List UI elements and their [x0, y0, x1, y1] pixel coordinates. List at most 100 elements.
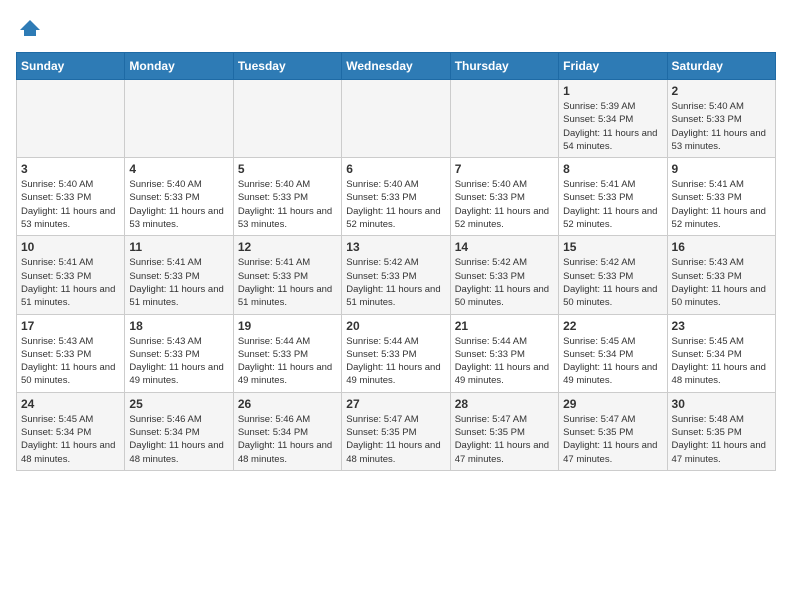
day-info: Sunrise: 5:40 AMSunset: 5:33 PMDaylight:…	[129, 178, 228, 231]
day-info: Sunrise: 5:42 AMSunset: 5:33 PMDaylight:…	[563, 256, 662, 309]
day-info: Sunrise: 5:41 AMSunset: 5:33 PMDaylight:…	[129, 256, 228, 309]
calendar-cell: 12 Sunrise: 5:41 AMSunset: 5:33 PMDaylig…	[233, 236, 341, 314]
calendar-header-tuesday: Tuesday	[233, 53, 341, 80]
calendar-cell: 24 Sunrise: 5:45 AMSunset: 5:34 PMDaylig…	[17, 392, 125, 470]
day-number: 1	[563, 84, 662, 98]
day-info: Sunrise: 5:41 AMSunset: 5:33 PMDaylight:…	[563, 178, 662, 231]
day-info: Sunrise: 5:44 AMSunset: 5:33 PMDaylight:…	[346, 335, 445, 388]
calendar-cell: 5 Sunrise: 5:40 AMSunset: 5:33 PMDayligh…	[233, 158, 341, 236]
calendar-week-row: 24 Sunrise: 5:45 AMSunset: 5:34 PMDaylig…	[17, 392, 776, 470]
calendar-cell: 7 Sunrise: 5:40 AMSunset: 5:33 PMDayligh…	[450, 158, 558, 236]
day-number: 3	[21, 162, 120, 176]
day-number: 14	[455, 240, 554, 254]
calendar-table: SundayMondayTuesdayWednesdayThursdayFrid…	[16, 52, 776, 471]
calendar-cell: 27 Sunrise: 5:47 AMSunset: 5:35 PMDaylig…	[342, 392, 450, 470]
calendar-cell: 8 Sunrise: 5:41 AMSunset: 5:33 PMDayligh…	[559, 158, 667, 236]
day-number: 17	[21, 319, 120, 333]
day-number: 26	[238, 397, 337, 411]
day-info: Sunrise: 5:43 AMSunset: 5:33 PMDaylight:…	[129, 335, 228, 388]
day-number: 28	[455, 397, 554, 411]
calendar-cell: 10 Sunrise: 5:41 AMSunset: 5:33 PMDaylig…	[17, 236, 125, 314]
day-info: Sunrise: 5:45 AMSunset: 5:34 PMDaylight:…	[672, 335, 771, 388]
day-info: Sunrise: 5:47 AMSunset: 5:35 PMDaylight:…	[346, 413, 445, 466]
day-number: 19	[238, 319, 337, 333]
day-info: Sunrise: 5:42 AMSunset: 5:33 PMDaylight:…	[455, 256, 554, 309]
calendar-cell: 22 Sunrise: 5:45 AMSunset: 5:34 PMDaylig…	[559, 314, 667, 392]
day-info: Sunrise: 5:44 AMSunset: 5:33 PMDaylight:…	[455, 335, 554, 388]
day-info: Sunrise: 5:39 AMSunset: 5:34 PMDaylight:…	[563, 100, 662, 153]
calendar-cell	[125, 80, 233, 158]
day-number: 9	[672, 162, 771, 176]
day-info: Sunrise: 5:41 AMSunset: 5:33 PMDaylight:…	[672, 178, 771, 231]
day-number: 11	[129, 240, 228, 254]
day-info: Sunrise: 5:43 AMSunset: 5:33 PMDaylight:…	[672, 256, 771, 309]
day-number: 16	[672, 240, 771, 254]
calendar-cell: 18 Sunrise: 5:43 AMSunset: 5:33 PMDaylig…	[125, 314, 233, 392]
day-info: Sunrise: 5:45 AMSunset: 5:34 PMDaylight:…	[563, 335, 662, 388]
calendar-cell: 28 Sunrise: 5:47 AMSunset: 5:35 PMDaylig…	[450, 392, 558, 470]
day-number: 22	[563, 319, 662, 333]
day-info: Sunrise: 5:40 AMSunset: 5:33 PMDaylight:…	[21, 178, 120, 231]
calendar-cell: 2 Sunrise: 5:40 AMSunset: 5:33 PMDayligh…	[667, 80, 775, 158]
calendar-cell: 30 Sunrise: 5:48 AMSunset: 5:35 PMDaylig…	[667, 392, 775, 470]
calendar-cell: 16 Sunrise: 5:43 AMSunset: 5:33 PMDaylig…	[667, 236, 775, 314]
day-info: Sunrise: 5:46 AMSunset: 5:34 PMDaylight:…	[238, 413, 337, 466]
day-info: Sunrise: 5:40 AMSunset: 5:33 PMDaylight:…	[346, 178, 445, 231]
calendar-cell	[233, 80, 341, 158]
logo	[16, 16, 42, 40]
day-number: 5	[238, 162, 337, 176]
calendar-cell: 26 Sunrise: 5:46 AMSunset: 5:34 PMDaylig…	[233, 392, 341, 470]
day-number: 27	[346, 397, 445, 411]
calendar-cell: 17 Sunrise: 5:43 AMSunset: 5:33 PMDaylig…	[17, 314, 125, 392]
day-number: 21	[455, 319, 554, 333]
logo-icon	[18, 16, 42, 40]
calendar-week-row: 17 Sunrise: 5:43 AMSunset: 5:33 PMDaylig…	[17, 314, 776, 392]
day-number: 18	[129, 319, 228, 333]
calendar-week-row: 1 Sunrise: 5:39 AMSunset: 5:34 PMDayligh…	[17, 80, 776, 158]
day-number: 6	[346, 162, 445, 176]
day-number: 29	[563, 397, 662, 411]
day-number: 24	[21, 397, 120, 411]
day-info: Sunrise: 5:43 AMSunset: 5:33 PMDaylight:…	[21, 335, 120, 388]
calendar-week-row: 10 Sunrise: 5:41 AMSunset: 5:33 PMDaylig…	[17, 236, 776, 314]
calendar-cell: 21 Sunrise: 5:44 AMSunset: 5:33 PMDaylig…	[450, 314, 558, 392]
day-number: 7	[455, 162, 554, 176]
day-info: Sunrise: 5:41 AMSunset: 5:33 PMDaylight:…	[238, 256, 337, 309]
calendar-cell: 14 Sunrise: 5:42 AMSunset: 5:33 PMDaylig…	[450, 236, 558, 314]
day-number: 4	[129, 162, 228, 176]
day-info: Sunrise: 5:47 AMSunset: 5:35 PMDaylight:…	[563, 413, 662, 466]
calendar-header-monday: Monday	[125, 53, 233, 80]
day-info: Sunrise: 5:40 AMSunset: 5:33 PMDaylight:…	[238, 178, 337, 231]
day-info: Sunrise: 5:44 AMSunset: 5:33 PMDaylight:…	[238, 335, 337, 388]
calendar-header-sunday: Sunday	[17, 53, 125, 80]
day-info: Sunrise: 5:42 AMSunset: 5:33 PMDaylight:…	[346, 256, 445, 309]
day-number: 13	[346, 240, 445, 254]
calendar-header-saturday: Saturday	[667, 53, 775, 80]
calendar-cell	[17, 80, 125, 158]
calendar-cell: 9 Sunrise: 5:41 AMSunset: 5:33 PMDayligh…	[667, 158, 775, 236]
calendar-header-friday: Friday	[559, 53, 667, 80]
calendar-header-wednesday: Wednesday	[342, 53, 450, 80]
calendar-cell: 23 Sunrise: 5:45 AMSunset: 5:34 PMDaylig…	[667, 314, 775, 392]
day-number: 8	[563, 162, 662, 176]
page-header	[16, 16, 776, 40]
calendar-cell: 29 Sunrise: 5:47 AMSunset: 5:35 PMDaylig…	[559, 392, 667, 470]
calendar-cell: 6 Sunrise: 5:40 AMSunset: 5:33 PMDayligh…	[342, 158, 450, 236]
day-info: Sunrise: 5:40 AMSunset: 5:33 PMDaylight:…	[455, 178, 554, 231]
calendar-cell: 1 Sunrise: 5:39 AMSunset: 5:34 PMDayligh…	[559, 80, 667, 158]
day-info: Sunrise: 5:41 AMSunset: 5:33 PMDaylight:…	[21, 256, 120, 309]
day-info: Sunrise: 5:40 AMSunset: 5:33 PMDaylight:…	[672, 100, 771, 153]
calendar-cell: 25 Sunrise: 5:46 AMSunset: 5:34 PMDaylig…	[125, 392, 233, 470]
day-number: 30	[672, 397, 771, 411]
calendar-cell: 4 Sunrise: 5:40 AMSunset: 5:33 PMDayligh…	[125, 158, 233, 236]
calendar-cell	[450, 80, 558, 158]
day-number: 12	[238, 240, 337, 254]
calendar-cell: 19 Sunrise: 5:44 AMSunset: 5:33 PMDaylig…	[233, 314, 341, 392]
calendar-cell: 11 Sunrise: 5:41 AMSunset: 5:33 PMDaylig…	[125, 236, 233, 314]
calendar-week-row: 3 Sunrise: 5:40 AMSunset: 5:33 PMDayligh…	[17, 158, 776, 236]
day-number: 2	[672, 84, 771, 98]
calendar-cell: 15 Sunrise: 5:42 AMSunset: 5:33 PMDaylig…	[559, 236, 667, 314]
day-number: 23	[672, 319, 771, 333]
day-info: Sunrise: 5:47 AMSunset: 5:35 PMDaylight:…	[455, 413, 554, 466]
day-info: Sunrise: 5:48 AMSunset: 5:35 PMDaylight:…	[672, 413, 771, 466]
